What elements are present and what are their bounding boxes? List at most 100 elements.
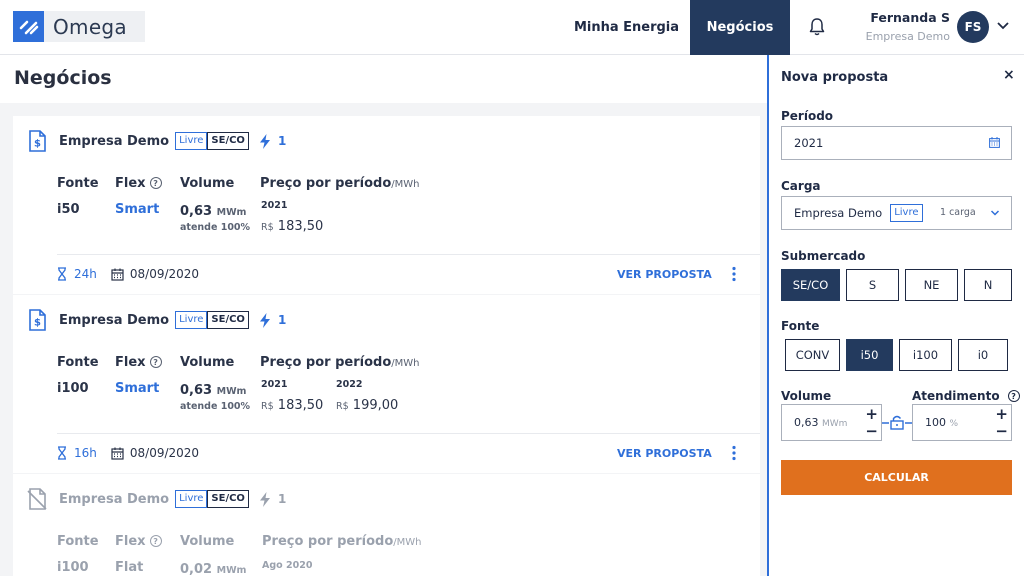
calendar-icon [111,268,124,281]
lock-link-icon[interactable] [882,414,912,430]
submercado-label: SE/CO [207,132,249,150]
atendimento-unit: % [949,419,959,429]
volume-value: 0,63 MWm [180,204,246,219]
fonte-option-conv[interactable]: CONV [785,339,840,371]
load-count: 1 [277,313,287,327]
logo-text: Omega [53,14,127,39]
volume-stepper[interactable]: 0,63 MWm + − [781,404,882,441]
price-year: 2022 [336,379,363,390]
avatar[interactable]: FS [957,11,989,43]
calendar-icon[interactable] [989,137,1000,148]
atendimento-label: Atendimento? [912,389,1020,403]
volume-decrement-button[interactable]: − [865,424,878,439]
submercado-label: SE/CO [207,490,249,508]
carga-select[interactable]: Empresa Demo Livre 1 carga [781,196,1012,230]
close-icon[interactable]: × [1003,67,1015,83]
nav-negocios[interactable]: Negócios [690,0,790,55]
price-label: Preço por período/MWh [260,176,420,191]
bell-icon[interactable] [808,17,826,37]
atende-note: atende 100% [180,401,251,412]
volume-input-value: 0,63 MWm [794,416,847,429]
volume-number: 0,63 [180,383,213,398]
help-icon[interactable]: ? [1007,390,1020,402]
volume-value: 0,63 MWm [180,383,246,398]
market-tag: Livre SE/CO [175,132,249,150]
periodo-field[interactable]: 2021 [781,126,1012,160]
chevron-down-icon[interactable] [996,20,1010,32]
submercado-option-ne[interactable]: NE [905,269,958,301]
flex-label-text: Flex [115,176,146,191]
bolt-icon [259,133,270,149]
price-label-text: Preço por período [260,176,392,191]
atendimento-increment-button[interactable]: + [995,407,1008,422]
ver-proposta-link[interactable]: VER PROPOSTA [617,268,712,281]
omega-logo-icon [13,11,44,42]
submercado-option-s[interactable]: S [846,269,899,301]
atende-note: atende 100% [180,222,251,233]
currency: R$ [261,401,274,412]
submercado-option-n[interactable]: N [964,269,1012,301]
card-header: $ Empresa Demo Livre SE/CO 1 [27,309,287,331]
validity-hours: 24h [74,267,97,281]
proposal-date: 08/09/2020 [129,446,200,460]
flex-value[interactable]: Smart [115,381,159,396]
more-options-icon[interactable] [731,266,737,282]
nova-proposta-panel: Nova proposta × Período 2021 Carga Empre… [767,55,1024,576]
atendimento-number: 100 [925,416,946,429]
help-icon[interactable]: ? [149,535,162,547]
submercado-label: Submercado [781,249,866,263]
price-unit: /MWh [391,358,420,369]
company-name: Empresa Demo [59,133,170,149]
page-title: Negócios [14,67,112,89]
more-options-icon[interactable] [731,445,737,461]
card-footer: 16h 08/09/2020 [57,445,199,461]
mercado-label: Livre [176,312,208,328]
fonte-option-i100[interactable]: i100 [899,339,952,371]
help-icon[interactable]: ? [149,356,162,368]
proposal-date: 08/09/2020 [129,267,200,281]
volume-number: 0,02 [180,562,213,576]
price-year: Ago 2020 [262,560,313,571]
price-number: 183,50 [277,398,324,413]
carga-label: Carga [781,179,821,193]
mercado-label: Livre [176,491,208,507]
volume-label: Volume [180,355,235,370]
ver-proposta-link[interactable]: VER PROPOSTA [617,447,712,460]
volume-value: 0,02 MWm [180,562,246,576]
fonte-label: Fonte [57,176,99,191]
volume-increment-button[interactable]: + [865,407,878,422]
flex-label: Flex? [115,534,162,549]
calendar-icon [111,447,124,460]
flex-label-text: Flex [115,355,146,370]
submercado-label: SE/CO [207,311,249,329]
flex-value[interactable]: Smart [115,202,159,217]
atendimento-stepper[interactable]: 100 % + − [912,404,1012,441]
validity-hours: 16h [74,446,97,460]
omega-logo[interactable]: Omega [13,11,145,42]
nav-minha-energia[interactable]: Minha Energia [568,0,685,55]
fonte-option-i0[interactable]: i0 [958,339,1008,371]
volume-number: 0,63 [180,204,213,219]
page-header: Negócios [0,55,767,103]
price-label-text: Preço por período [262,534,394,549]
help-icon[interactable]: ? [149,177,162,189]
chevron-down-icon[interactable] [990,209,1000,217]
user-company: Empresa Demo [865,30,950,43]
fonte-option-i50[interactable]: i50 [846,339,893,371]
company-name: Empresa Demo [59,312,170,328]
calcular-button[interactable]: CALCULAR [781,460,1012,495]
card-header: Empresa Demo Livre SE/CO 1 [27,488,287,510]
atendimento-decrement-button[interactable]: − [995,424,1008,439]
document-dollar-icon: $ [29,130,46,152]
volume-label: Volume [180,534,235,549]
submercado-option-se-co[interactable]: SE/CO [781,269,840,301]
load-count: 1 [277,492,287,506]
carga-count: 1 carga [940,207,976,218]
document-expired-icon [27,488,47,510]
divider [57,433,760,434]
currency: R$ [261,222,274,233]
market-tag: Livre SE/CO [175,490,249,508]
price-number: 183,50 [277,219,324,234]
volume-label: Volume [781,389,832,403]
volume-number: 0,63 [794,416,819,429]
